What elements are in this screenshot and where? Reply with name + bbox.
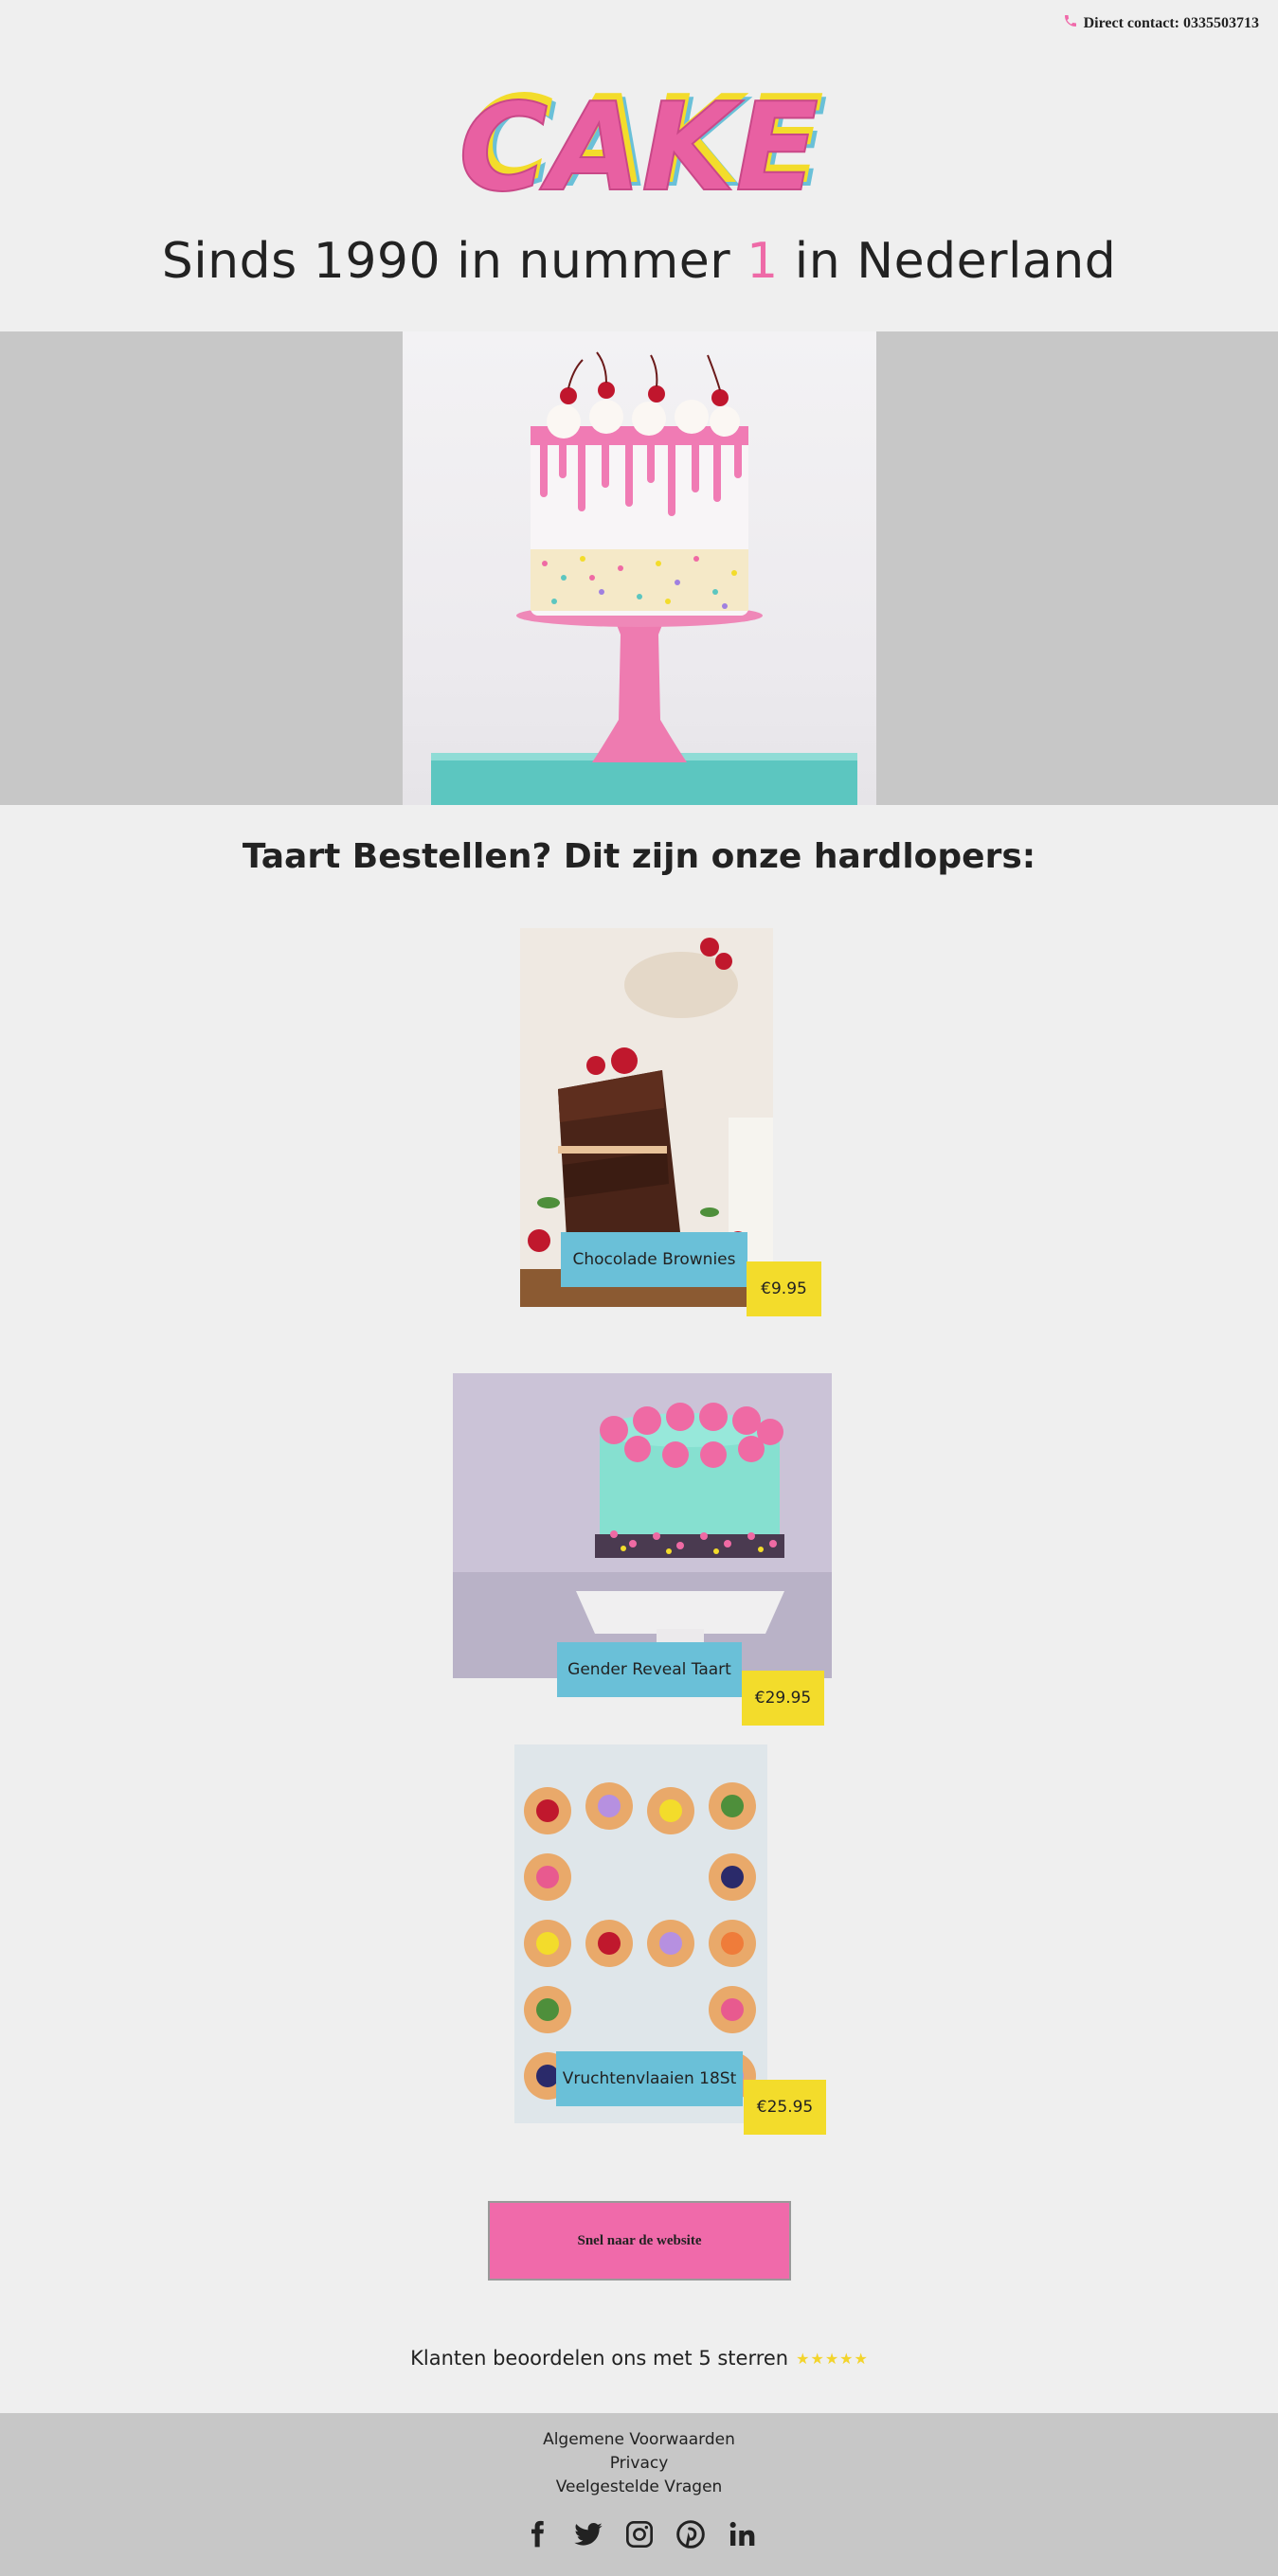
social-links [0, 2519, 1278, 2549]
footer-link-privacy[interactable]: Privacy [0, 2452, 1278, 2476]
headline-accent: 1 [747, 233, 779, 290]
website-button[interactable]: Snel naar de website [488, 2201, 791, 2281]
footer-links: Algemene Voorwaarden Privacy Veelgesteld… [0, 2428, 1278, 2499]
headline-before: Sinds 1990 in nummer [161, 233, 747, 290]
product-price: €9.95 [747, 1261, 821, 1316]
headline-after: in Nederland [778, 233, 1117, 290]
direct-contact[interactable]: Direct contact: 0335503713 [1063, 13, 1259, 33]
page-headline: Sinds 1990 in nummer 1 in Nederland [0, 233, 1278, 290]
phone-icon [1063, 13, 1078, 33]
product-image-gender-reveal[interactable] [453, 1373, 832, 1678]
product-name: Chocolade Brownies [561, 1232, 747, 1287]
hero-cake-image [403, 331, 876, 805]
five-star-icon: ★ ★ ★ ★ ★ [796, 2349, 868, 2368]
rating-text: Klanten beoordelen ons met 5 sterren [410, 2347, 789, 2370]
svg-text:CAKE: CAKE [459, 78, 819, 210]
rating-line: Klanten beoordelen ons met 5 sterren ★ ★ ★… [0, 2347, 1278, 2370]
product-name: Gender Reveal Taart [557, 1642, 742, 1697]
instagram-icon[interactable] [624, 2519, 655, 2549]
linkedin-icon[interactable] [727, 2519, 757, 2549]
twitter-icon[interactable] [573, 2519, 603, 2549]
footer-link-faq[interactable]: Veelgestelde Vragen [0, 2476, 1278, 2499]
product-name: Vruchtenvlaaien 18St [556, 2051, 743, 2106]
footer-link-terms[interactable]: Algemene Voorwaarden [0, 2428, 1278, 2452]
cake-logo[interactable]: CAKE CAKE CAKE [436, 68, 853, 220]
product-price: €29.95 [742, 1671, 824, 1726]
pinterest-icon[interactable] [675, 2519, 706, 2549]
product-price: €25.95 [744, 2080, 826, 2135]
footer: Algemene Voorwaarden Privacy Veelgesteld… [0, 2413, 1278, 2576]
section-title: Taart Bestellen? Dit zijn onze hardloper… [242, 837, 1036, 876]
facebook-icon[interactable] [522, 2519, 552, 2549]
contact-text: Direct contact: 0335503713 [1083, 14, 1259, 31]
